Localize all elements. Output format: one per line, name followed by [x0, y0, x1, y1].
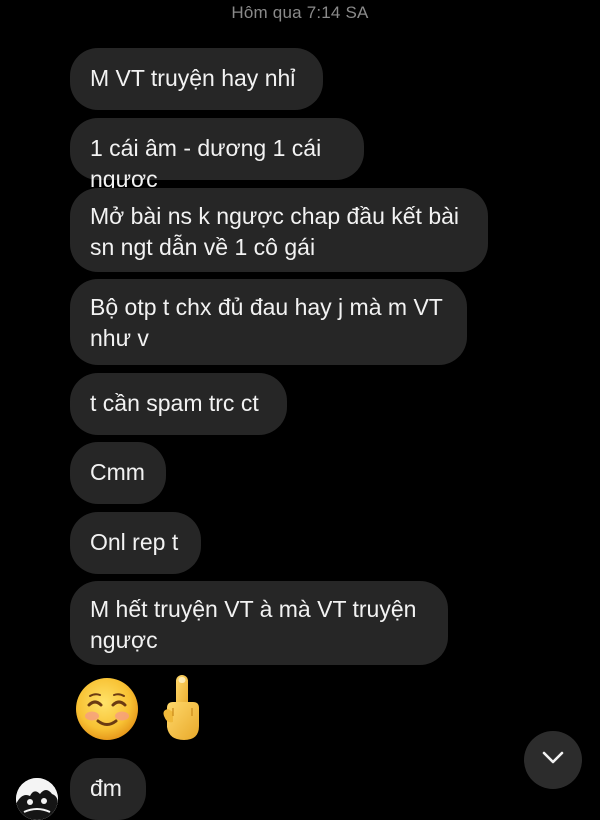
message-bubble[interactable]: Mở bài ns k ngược chap đầu kết bài sn ng… [70, 188, 488, 272]
message-timestamp: Hôm qua 7:14 SA [231, 3, 369, 22]
middle-finger-emoji[interactable] [158, 672, 206, 744]
avatar[interactable] [16, 778, 58, 820]
message-bubble[interactable]: t cần spam trc ct [70, 373, 287, 435]
message-bubble[interactable]: 1 cái âm - dương 1 cái ngược [70, 118, 364, 192]
message-bubble[interactable]: Cmm [70, 442, 166, 504]
message-bubble[interactable]: đm [70, 758, 146, 820]
message-bubble[interactable]: M hết truyện VT à mà VT truyện ngược [70, 581, 448, 665]
scroll-to-bottom-button[interactable] [524, 731, 582, 789]
smiling-face-emoji[interactable] [74, 676, 140, 742]
message-bubble[interactable]: M VT truyện hay nhỉ [70, 48, 323, 110]
message-bubble[interactable]: Bộ otp t chx đủ đau hay j mà m VT như v [70, 279, 467, 365]
message-bubble[interactable]: Onl rep t [70, 512, 201, 574]
chevron-down-icon [542, 751, 564, 770]
